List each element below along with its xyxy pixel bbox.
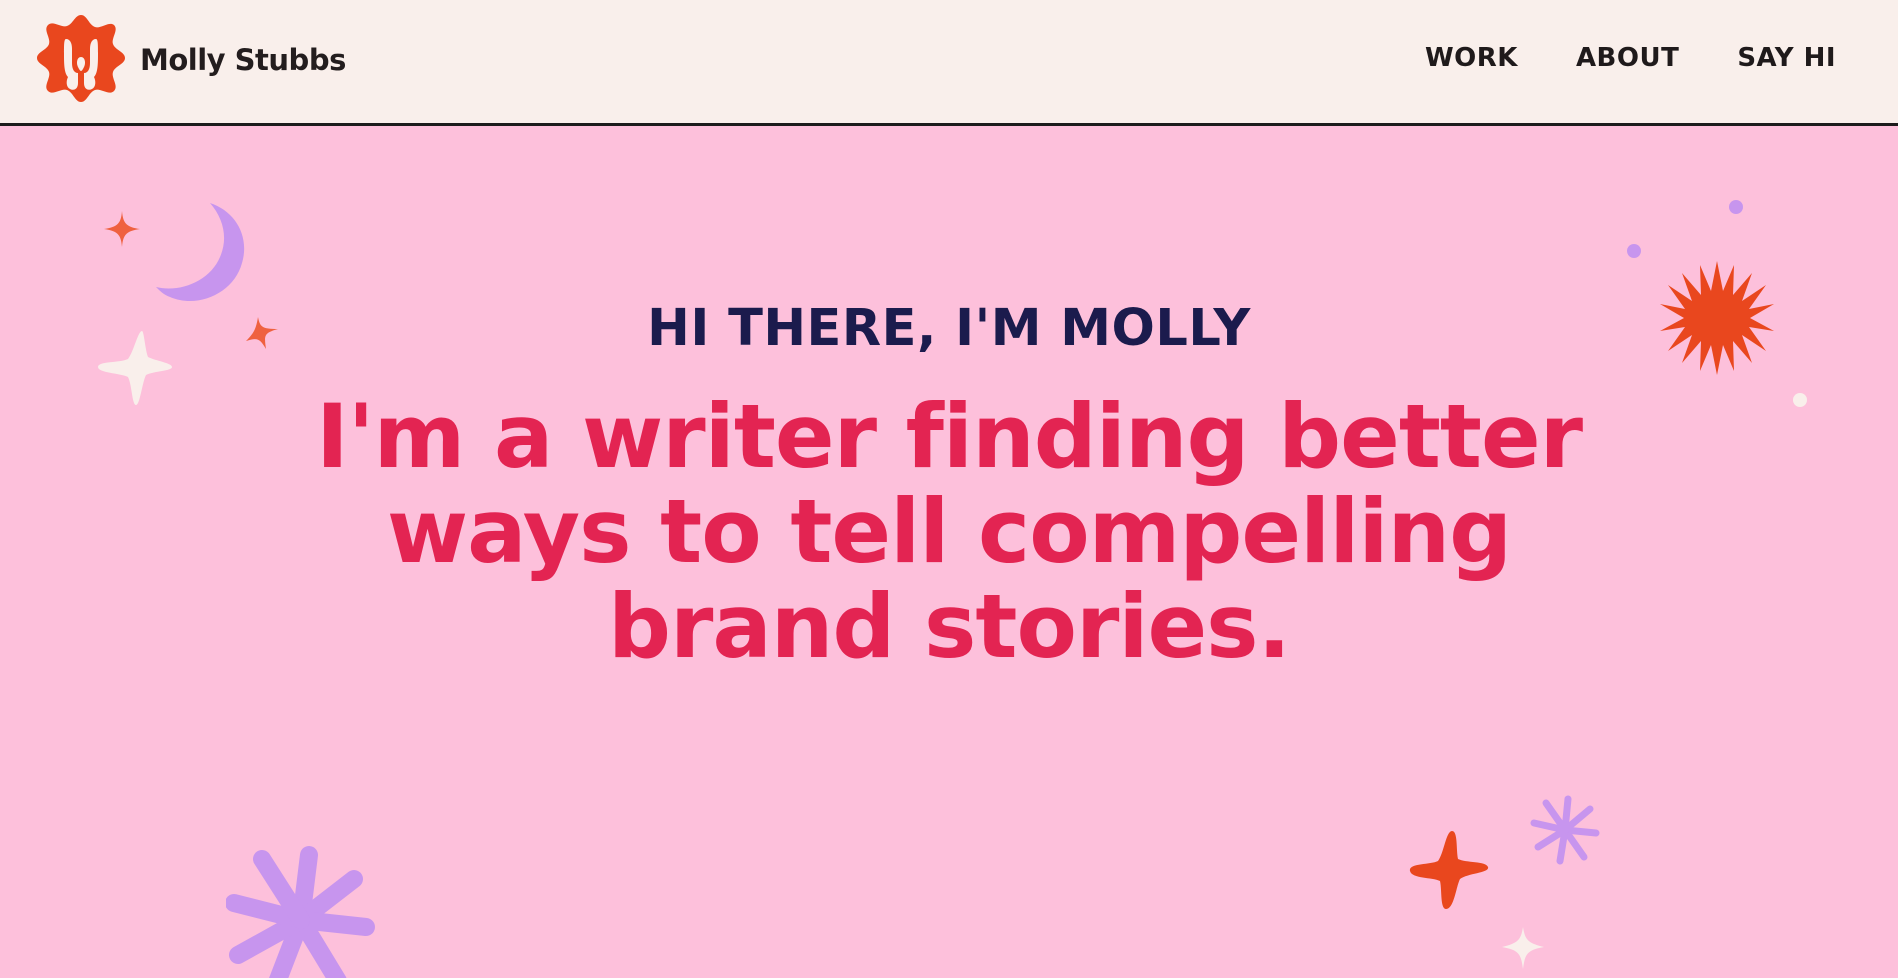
sparkle-icon: [1409, 831, 1489, 909]
flower-logo-icon: [36, 13, 126, 107]
asterisk-flower-icon: [1530, 795, 1600, 865]
sparkle-icon: [104, 211, 140, 247]
hero-section: HI THERE, I'M MOLLY I'm a writer finding…: [0, 129, 1898, 978]
site-header: Molly Stubbs WORK ABOUT SAY HI: [0, 0, 1898, 126]
hero-eyebrow: HI THERE, I'M MOLLY: [647, 299, 1251, 358]
nav-work-link[interactable]: WORK: [1425, 40, 1518, 76]
brand-logo-link[interactable]: Molly Stubbs: [36, 15, 346, 105]
asterisk-flower-icon: [226, 846, 375, 978]
dot-icon: [1627, 244, 1641, 258]
crescent-moon-icon: [156, 203, 245, 302]
brand-name: Molly Stubbs: [140, 43, 346, 77]
main-nav: WORK ABOUT SAY HI: [1367, 40, 1836, 76]
hero-headline: I'm a writer finding better ways to tell…: [315, 385, 1583, 678]
dot-icon: [1729, 200, 1743, 214]
nav-say-hi-link[interactable]: SAY HI: [1737, 40, 1836, 76]
dot-icon: [1793, 393, 1807, 407]
sparkle-icon: [1502, 927, 1544, 969]
nav-about-link[interactable]: ABOUT: [1576, 40, 1679, 76]
